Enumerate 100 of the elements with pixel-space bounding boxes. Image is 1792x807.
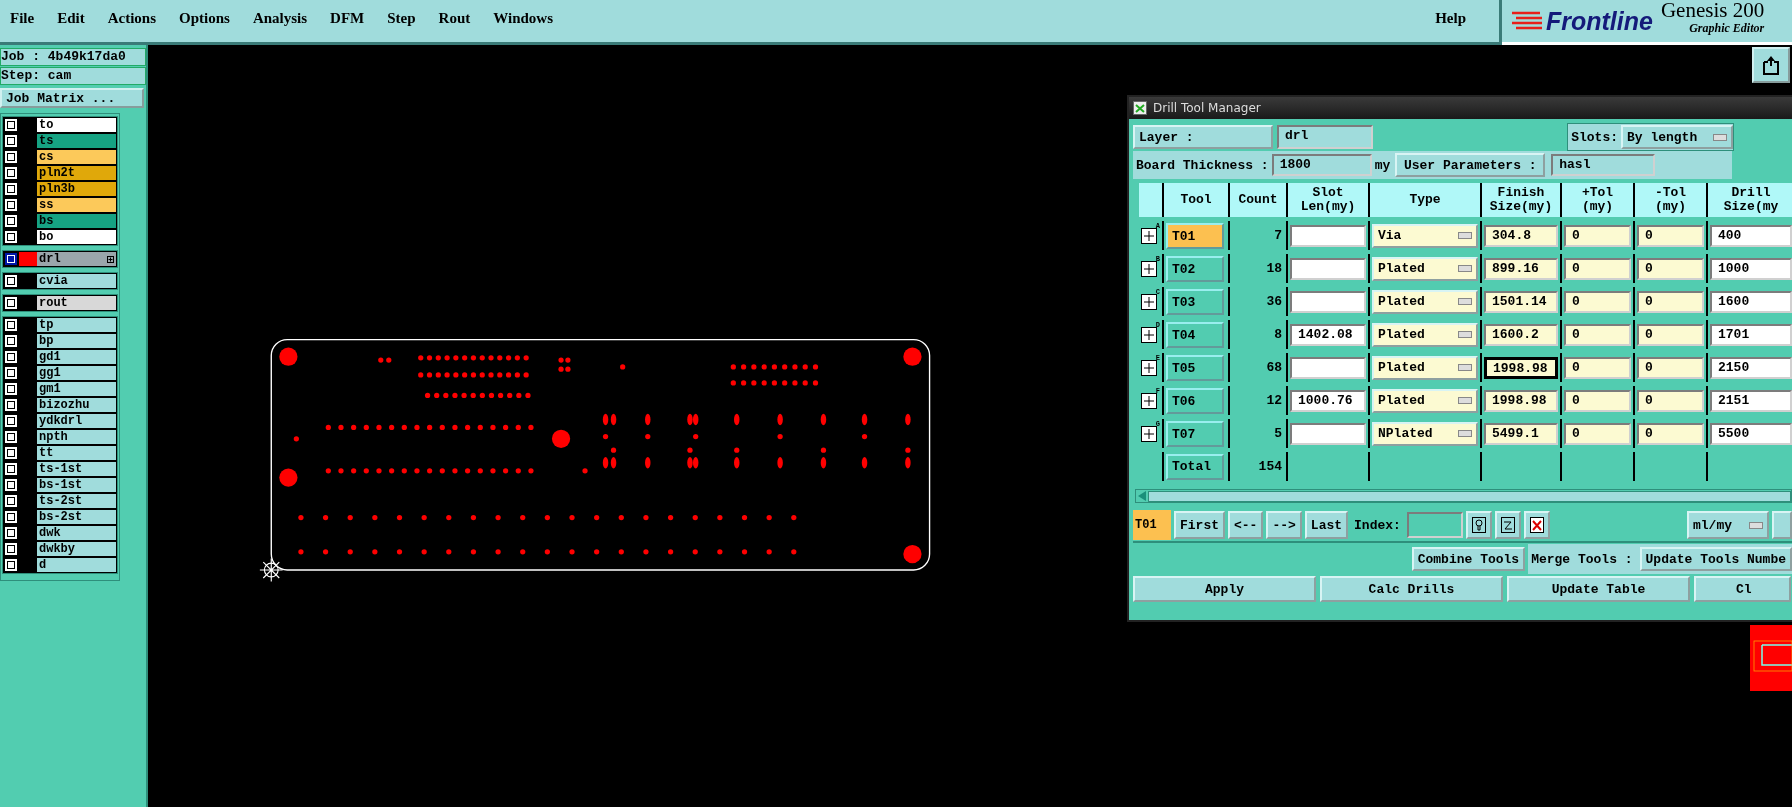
slot-length-field[interactable]: 1402.08 xyxy=(1290,323,1366,346)
layer-name[interactable]: d xyxy=(37,558,116,572)
menu-item[interactable]: Windows xyxy=(493,9,553,33)
layer-checkbox[interactable] xyxy=(5,511,17,523)
type-dropdown[interactable]: Plated xyxy=(1372,355,1478,380)
minus-tolerance-field[interactable]: 0 xyxy=(1637,422,1704,445)
layer-checkbox[interactable] xyxy=(5,463,17,475)
layer-checkbox[interactable] xyxy=(5,297,17,309)
slot-length-field[interactable]: 1000.76 xyxy=(1290,389,1366,412)
delete-icon-button[interactable] xyxy=(1523,511,1550,539)
layer-name[interactable]: bs xyxy=(37,214,116,228)
layer-name[interactable]: ts-1st xyxy=(37,462,116,476)
tool-button[interactable]: T06 xyxy=(1166,387,1224,414)
export-icon-button[interactable] xyxy=(1752,47,1790,83)
layer-name[interactable]: tp xyxy=(37,318,116,332)
minus-tolerance-field[interactable]: 0 xyxy=(1637,224,1704,247)
menu-item[interactable]: Options xyxy=(179,9,230,33)
help-menu[interactable]: Help xyxy=(1435,9,1466,33)
layer-name[interactable]: gg1 xyxy=(37,366,116,380)
layer-checkbox[interactable] xyxy=(5,447,17,459)
navigation-button[interactable]: Last xyxy=(1304,511,1349,539)
layer-name[interactable]: pln2t xyxy=(37,166,116,180)
plus-icon[interactable] xyxy=(1141,392,1157,409)
layer-name[interactable]: ydkdrl xyxy=(37,414,116,428)
layer-name[interactable]: npth xyxy=(37,430,116,444)
drill-size-field[interactable]: 1000 xyxy=(1710,257,1792,280)
slot-length-field[interactable] xyxy=(1290,422,1366,445)
layer-checkbox[interactable] xyxy=(5,431,17,443)
plus-tolerance-field[interactable]: 0 xyxy=(1564,422,1631,445)
finish-size-field[interactable]: 5499.1 xyxy=(1484,422,1558,445)
plus-icon[interactable] xyxy=(1141,293,1157,310)
finish-size-field[interactable]: 304.8 xyxy=(1484,224,1558,247)
layer-checkbox[interactable] xyxy=(5,275,17,287)
action-button[interactable]: Update Table xyxy=(1507,576,1690,602)
tool-button[interactable]: T04 xyxy=(1166,321,1224,348)
layer-checkbox[interactable] xyxy=(5,335,17,347)
menu-item[interactable]: Step xyxy=(387,9,416,33)
layer-name[interactable]: dwk xyxy=(37,526,116,540)
bulb-icon-button[interactable] xyxy=(1465,511,1492,539)
layer-checkbox[interactable] xyxy=(5,199,17,211)
slot-length-field[interactable] xyxy=(1290,224,1366,247)
action-button[interactable]: Calc Drills xyxy=(1320,576,1503,602)
finish-size-field[interactable]: 1600.2 xyxy=(1484,323,1558,346)
minus-tolerance-field[interactable]: 0 xyxy=(1637,389,1704,412)
type-dropdown[interactable]: NPlated xyxy=(1372,421,1478,446)
navigation-button[interactable]: First xyxy=(1174,511,1225,539)
type-dropdown[interactable]: Via xyxy=(1372,223,1478,248)
plus-icon[interactable] xyxy=(1141,260,1157,277)
layer-name[interactable]: ts xyxy=(37,134,116,148)
menu-item[interactable]: Rout xyxy=(438,9,471,33)
layer-checkbox[interactable] xyxy=(5,479,17,491)
finish-size-field[interactable]: 1998.98 xyxy=(1484,389,1558,412)
layer-checkbox[interactable] xyxy=(5,543,17,555)
layer-checkbox[interactable] xyxy=(5,559,17,571)
update-tools-number-button[interactable]: Update Tools Numbe xyxy=(1639,547,1792,571)
layer-name[interactable]: ss xyxy=(37,198,116,212)
finish-size-field[interactable]: 899.16 xyxy=(1484,257,1558,280)
plus-icon[interactable] xyxy=(1141,359,1157,376)
type-dropdown[interactable]: Plated xyxy=(1372,289,1478,314)
menu-item[interactable]: Edit xyxy=(57,9,85,33)
plus-tolerance-field[interactable]: 0 xyxy=(1564,290,1631,313)
layer-button[interactable]: Layer : xyxy=(1133,125,1273,149)
navigation-button[interactable]: <-- xyxy=(1228,511,1264,539)
layer-checkbox[interactable] xyxy=(5,495,17,507)
minus-tolerance-field[interactable]: 0 xyxy=(1637,356,1704,379)
expand-icon[interactable] xyxy=(107,255,114,263)
menu-item[interactable]: DFM xyxy=(330,9,365,33)
index-field[interactable] xyxy=(1406,512,1463,538)
tool-button[interactable]: T05 xyxy=(1166,354,1224,381)
tool-button[interactable]: T02 xyxy=(1166,255,1224,282)
layer-name[interactable]: rout xyxy=(37,296,116,310)
layer-checkbox[interactable] xyxy=(5,383,17,395)
plus-tolerance-field[interactable]: 0 xyxy=(1564,257,1631,280)
job-matrix-button[interactable]: Job Matrix ... xyxy=(0,88,144,108)
type-dropdown[interactable]: Plated xyxy=(1372,388,1478,413)
plus-tolerance-field[interactable]: 0 xyxy=(1564,389,1631,412)
layer-checkbox[interactable] xyxy=(5,167,17,179)
units-dropdown[interactable]: ml/my xyxy=(1687,511,1769,539)
finish-size-field[interactable]: 1501.14 xyxy=(1484,290,1558,313)
layer-checkbox[interactable] xyxy=(5,367,17,379)
layer-name[interactable]: pln3b xyxy=(37,182,116,196)
drill-size-field[interactable]: 1701 xyxy=(1710,323,1792,346)
layer-name[interactable]: cs xyxy=(37,150,116,164)
layer-field[interactable]: drl xyxy=(1277,125,1373,149)
plus-tolerance-field[interactable]: 0 xyxy=(1564,323,1631,346)
layer-name[interactable]: dwkby xyxy=(37,542,116,556)
finish-size-field[interactable]: 1998.98 xyxy=(1484,356,1558,379)
layer-checkbox[interactable] xyxy=(5,215,17,227)
layer-checkbox[interactable] xyxy=(5,527,17,539)
layer-checkbox[interactable] xyxy=(5,183,17,195)
user-parameters-field[interactable]: hasl xyxy=(1551,154,1656,176)
plus-icon[interactable] xyxy=(1141,326,1157,343)
layer-name[interactable]: tt xyxy=(37,446,116,460)
layer-checkbox[interactable] xyxy=(5,415,17,427)
drill-size-field[interactable]: 2151 xyxy=(1710,389,1792,412)
layer-checkbox[interactable] xyxy=(5,253,17,265)
slot-length-field[interactable] xyxy=(1290,356,1366,379)
action-button[interactable]: Cl xyxy=(1694,576,1791,602)
drill-size-field[interactable]: 5500 xyxy=(1710,422,1792,445)
layer-name[interactable]: ts-2st xyxy=(37,494,116,508)
